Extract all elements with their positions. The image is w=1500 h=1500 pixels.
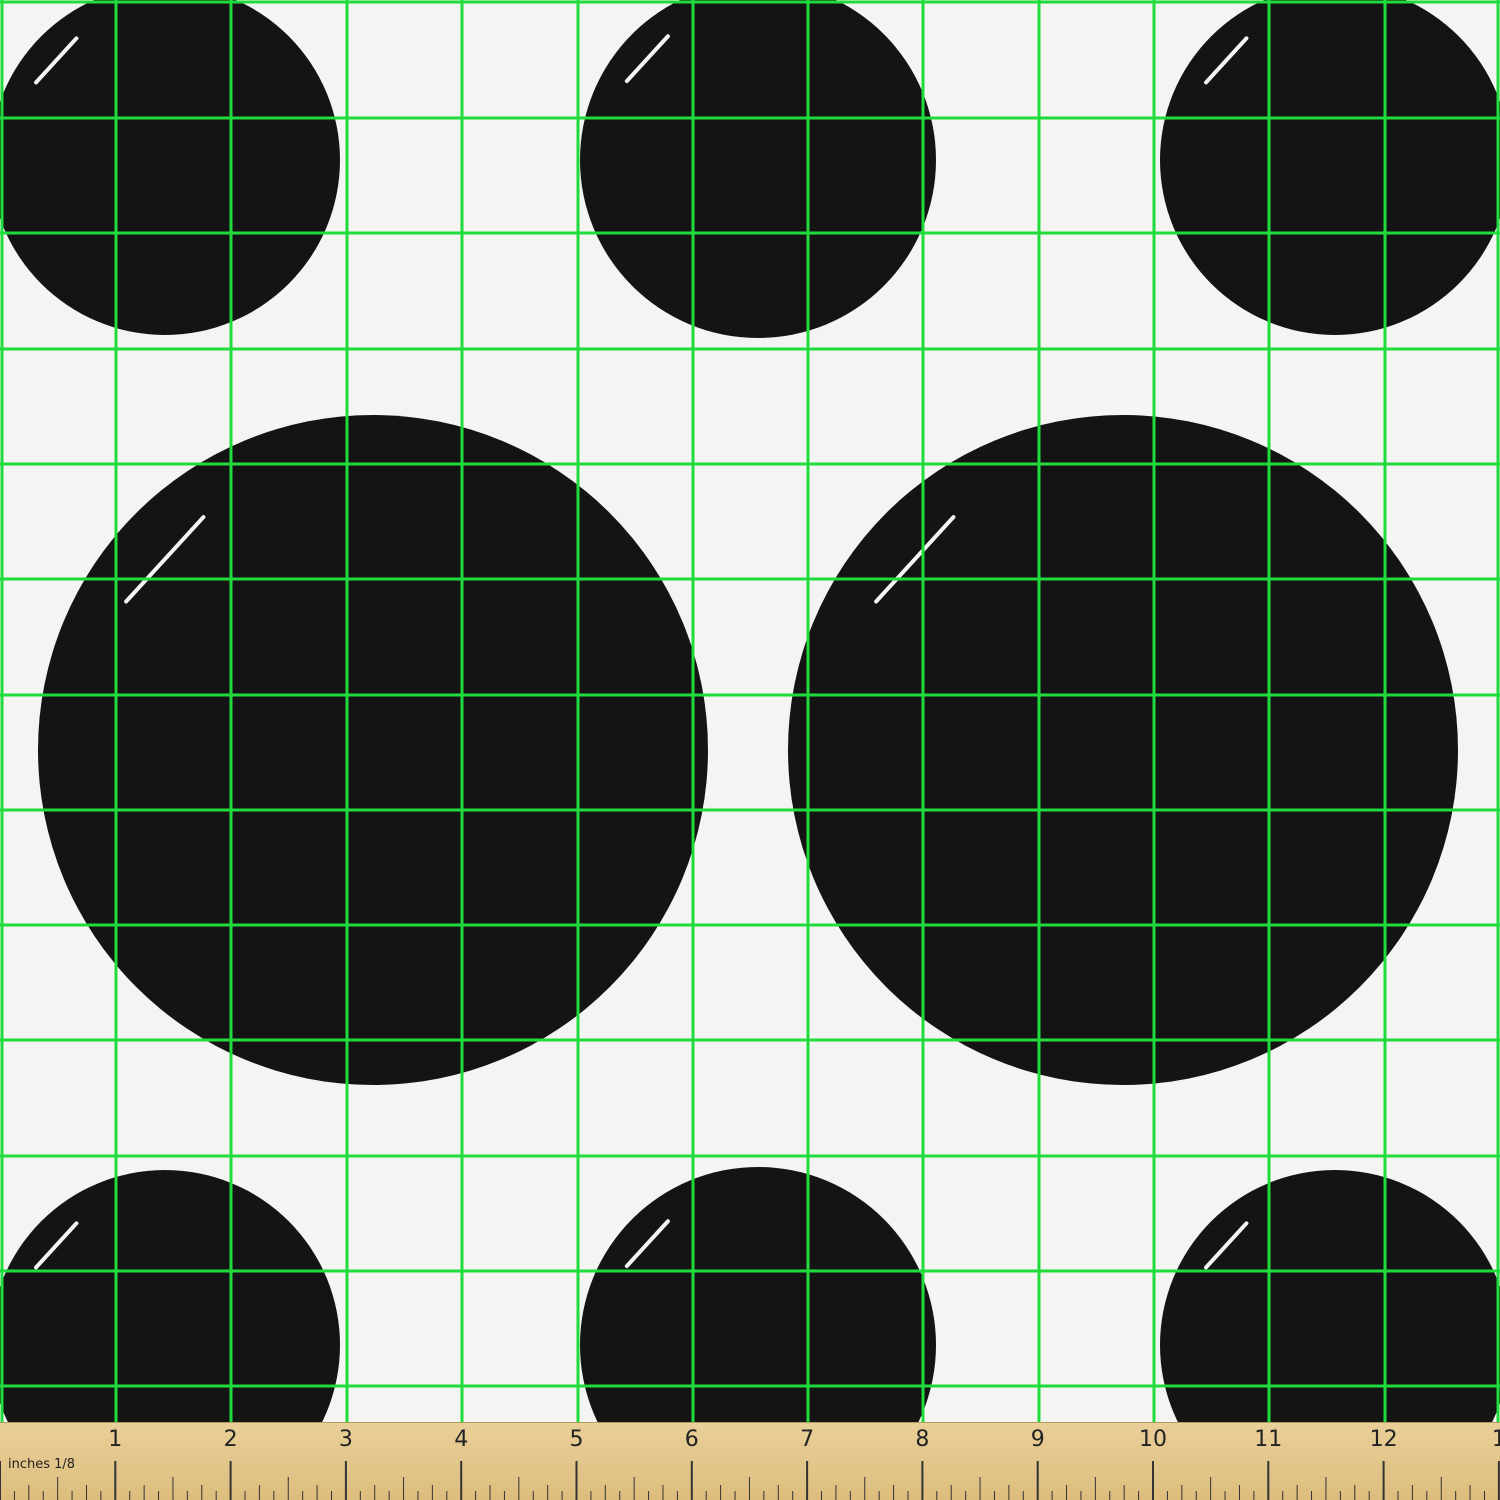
ruler-tick-label: 10 — [1139, 1427, 1167, 1452]
ruler-tick-label: 12 — [1369, 1427, 1398, 1452]
polka-dot — [38, 415, 708, 1085]
ruler-tick-label: 9 — [1030, 1427, 1045, 1452]
fabric-pattern — [0, 0, 1500, 1500]
ruler-units-label: inches 1/8 — [8, 1457, 76, 1472]
ruler-tick-label: 8 — [915, 1427, 930, 1452]
polka-dot — [788, 415, 1458, 1085]
ruler-tick-label: 1 — [1492, 1427, 1500, 1452]
ruler-tick-label: 7 — [800, 1427, 815, 1452]
ruler-tick-label: 3 — [338, 1427, 353, 1452]
ruler-tick-label: 1 — [108, 1427, 123, 1452]
ruler-tick-label: 4 — [454, 1427, 469, 1452]
ruler-tick-label: 2 — [223, 1427, 238, 1452]
ruler-tick-label: 5 — [569, 1427, 584, 1452]
measurement-ruler: 1234567891011121 inches 1/8 — [0, 1422, 1500, 1500]
fabric-swatch: 1234567891011121 inches 1/8 — [0, 0, 1500, 1500]
ruler-tick-label: 6 — [684, 1427, 699, 1452]
ruler-tick-label: 11 — [1254, 1427, 1283, 1452]
